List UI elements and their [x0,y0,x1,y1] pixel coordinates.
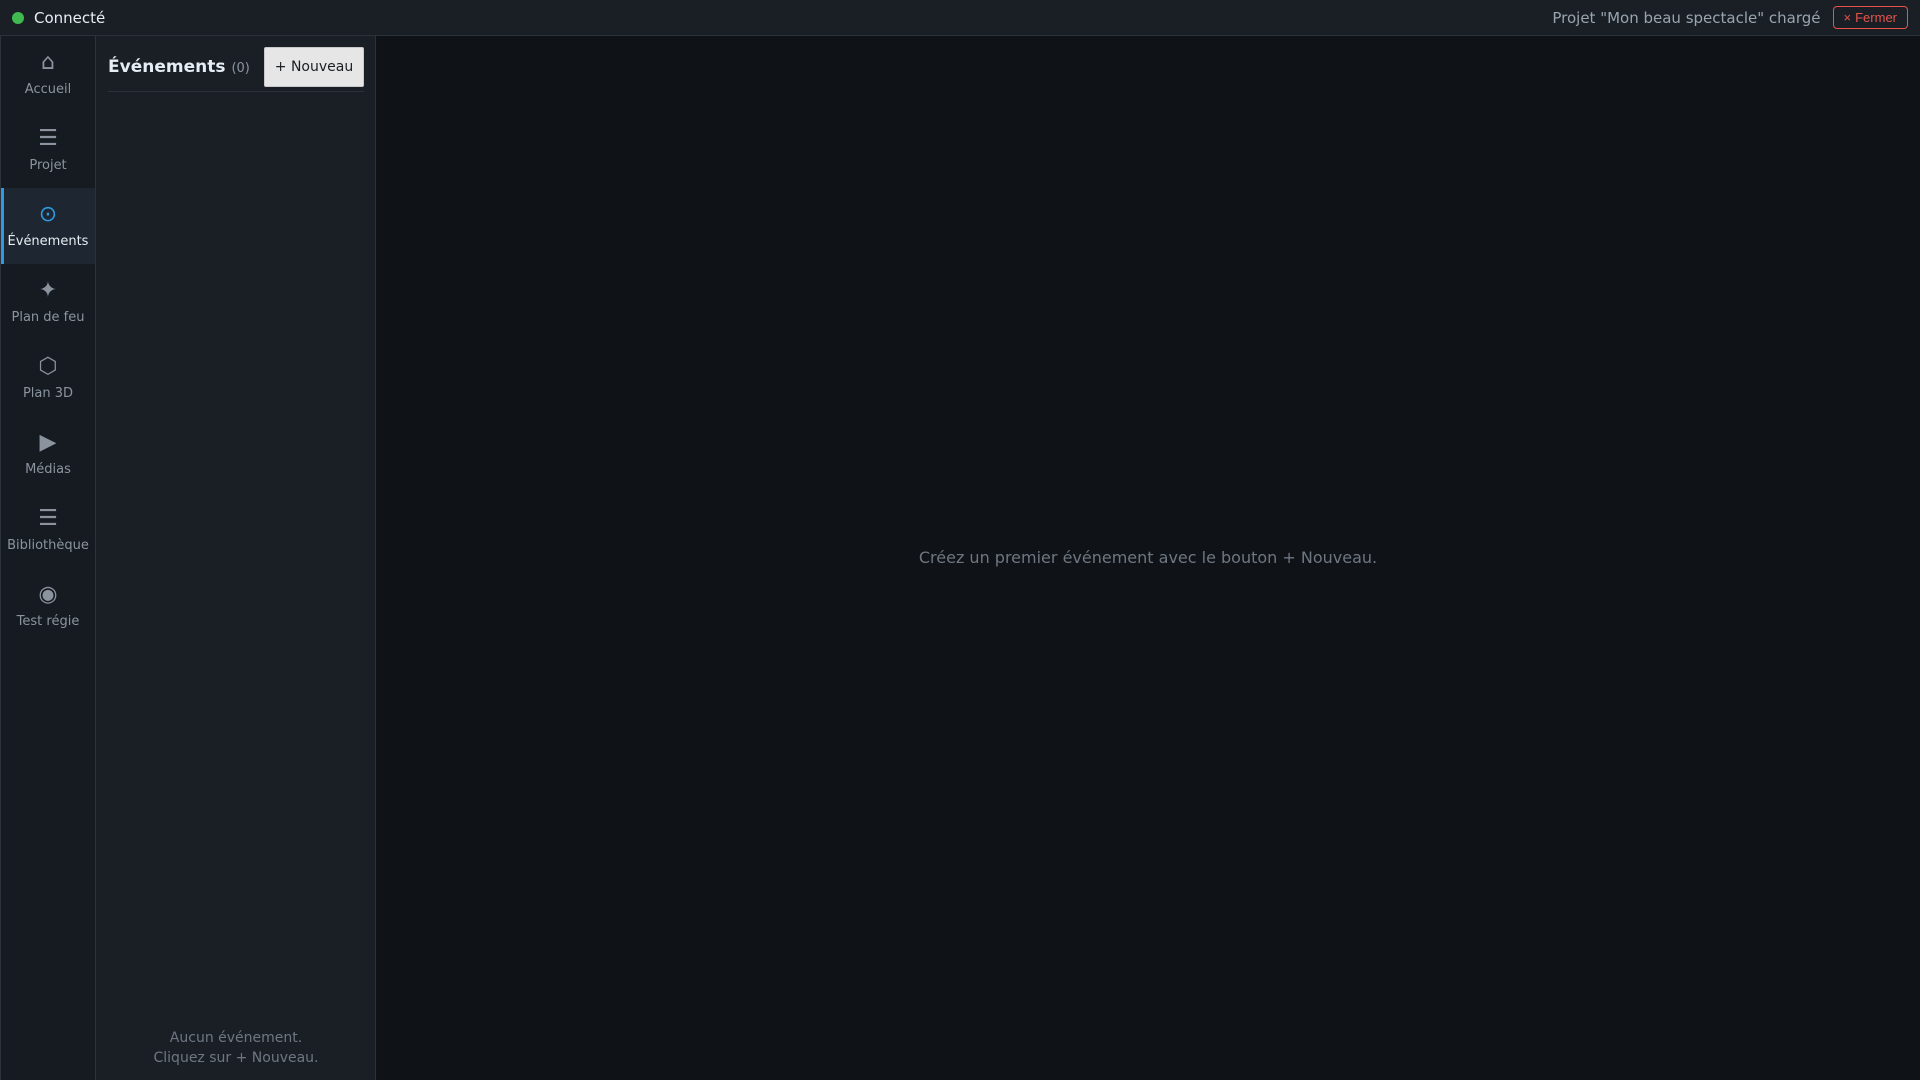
sidebar-nav: ⌂ Accueil ☰ Projet ⊙ Événements ✦ Plan d… [0,36,96,1080]
sidebar-item-bibliotheque[interactable]: ☰ Bibliothèque [1,492,95,568]
sidebar-item-label: Plan 3D [22,385,74,401]
menu-icon: ☰ [38,125,58,151]
sidebar-item-label: Accueil [24,81,72,97]
target-icon: ⊙ [38,201,58,227]
sidebar-item-accueil[interactable]: ⌂ Accueil [1,36,95,112]
sidebar-item-projet[interactable]: ☰ Projet [1,112,95,188]
events-panel: Événements (0) + Nouveau Aucun événement… [96,36,376,1080]
sidebar-item-label: Bibliothèque [7,537,89,553]
sidebar-item-medias[interactable]: ▶ Médias [1,416,95,492]
list-icon: ☰ [38,505,58,531]
connection-status: Connecté [12,9,105,27]
sparkle-icon: ✦ [38,277,58,303]
events-empty-state: Aucun événement. Cliquez sur + Nouveau. [96,1028,376,1068]
sidebar-item-label: Plan de feu [11,309,85,325]
empty-state-line: Aucun événement. [169,1030,303,1046]
sidebar-item-test-regie[interactable]: ◉ Test régie [1,568,95,644]
connection-status-label: Connecté [34,8,106,27]
sidebar-item-label: Projet [29,157,67,173]
panel-title-group: Événements (0) [108,57,250,77]
sidebar-item-label: Test régie [16,613,80,629]
sidebar-item-label: Médias [25,461,71,477]
close-project-label: Fermer [1855,10,1897,25]
record-icon: ◉ [38,581,58,607]
main-content: Créez un premier événement avec le bouto… [376,36,1920,1080]
home-icon: ⌂ [41,49,55,75]
play-icon: ▶ [39,429,57,455]
sidebar-item-evenements[interactable]: ⊙ Événements [1,188,95,264]
events-panel-header: Événements (0) + Nouveau [108,46,364,92]
main-empty-message: Créez un premier événement avec le bouto… [918,548,1378,567]
project-status-text: Projet "Mon beau spectacle" chargé [1552,8,1821,27]
event-count-badge: (0) [231,60,250,76]
close-icon: × [1843,10,1852,25]
top-right-group: Projet "Mon beau spectacle" chargé × Fer… [1552,6,1908,29]
panel-title: Événements [108,56,226,77]
sidebar-item-label: Événements [7,233,89,249]
hexagon-icon: ⬡ [38,353,58,379]
sidebar-item-plan-3d[interactable]: ⬡ Plan 3D [1,340,95,416]
empty-state-hint: Cliquez sur + Nouveau. [153,1050,319,1066]
top-bar: Connecté Projet "Mon beau spectacle" cha… [0,0,1920,36]
status-dot-icon [12,11,24,24]
sidebar-item-plan-de-feu[interactable]: ✦ Plan de feu [1,264,95,340]
close-project-button[interactable]: × Fermer [1832,6,1908,29]
new-event-button[interactable]: + Nouveau [264,46,364,87]
